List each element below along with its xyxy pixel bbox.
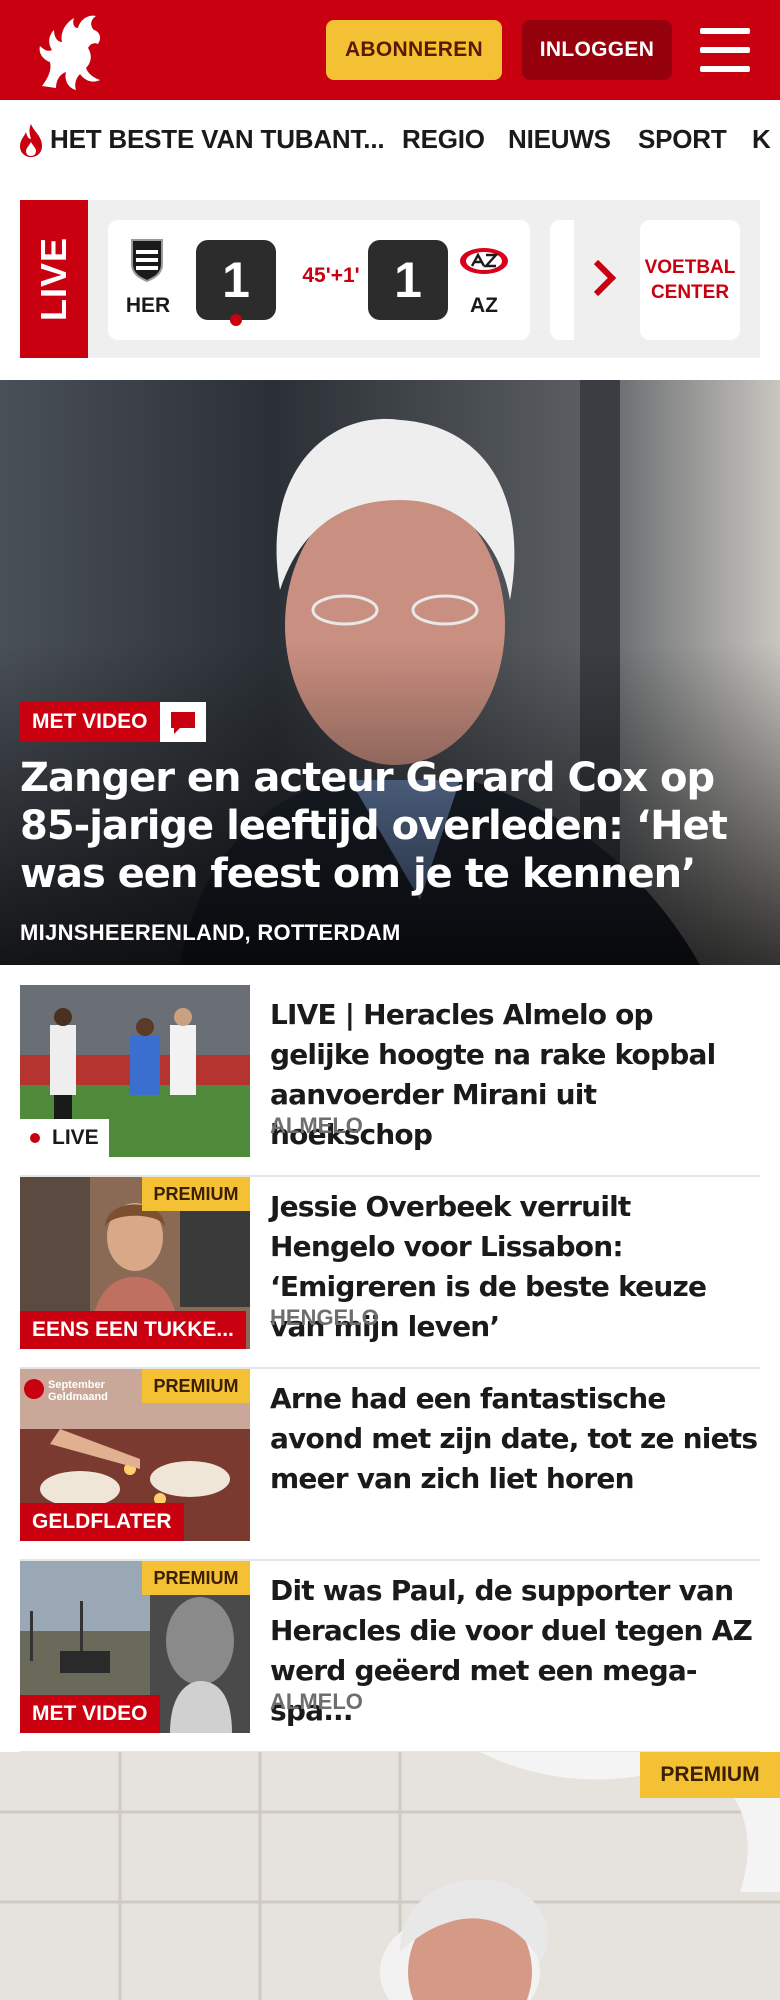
nav-item-sport[interactable]: SPORT	[638, 124, 727, 155]
heracles-crest-icon	[131, 239, 163, 282]
chevron-right-icon[interactable]	[592, 258, 618, 298]
nav-item-regio[interactable]: REGIO	[402, 124, 485, 155]
article-card[interactable]: PREMIUM MET VIDEO Dit was Paul, de suppo…	[20, 1561, 760, 1753]
premium-badge: PREMIUM	[142, 1177, 250, 1211]
article-card[interactable]: September Geldmaand PREMIUM GELDFLATER Ar…	[20, 1369, 760, 1561]
hero-location: MIJNSHEERENLAND, ROTTERDAM	[20, 920, 401, 945]
live-badge: LIVE	[20, 1119, 109, 1157]
premium-badge: PREMIUM	[142, 1369, 250, 1403]
article-card[interactable]: PREMIUM EENS EEN TUKKE... Jessie Overbee…	[20, 1177, 760, 1369]
article-thumbnail: LIVE	[20, 985, 250, 1157]
section-nav: HET BESTE VAN TUBANT... REGIO NIEUWS SPO…	[0, 100, 780, 180]
hero-video-badge: MET VIDEO	[20, 702, 160, 742]
category-badge: EENS EEN TUKKE...	[20, 1311, 246, 1349]
home-team-code: HER	[125, 294, 171, 317]
geldmaand-label: September Geldmaand	[48, 1379, 108, 1403]
next-match-card[interactable]	[550, 220, 574, 340]
nav-item-more[interactable]: K	[752, 124, 771, 155]
hero-headline[interactable]: Zanger en acteur Gerard Cox op 85-jarige…	[20, 754, 760, 898]
article-headline[interactable]: Arne had een fantastische avond met zijn…	[270, 1379, 760, 1499]
hamburger-menu-icon[interactable]	[700, 28, 752, 72]
nav-item-best-of-tubantia[interactable]: HET BESTE VAN TUBANT...	[50, 124, 385, 155]
article-card[interactable]: LIVE LIVE | Heracles Almelo op gelijke h…	[20, 985, 760, 1177]
article-location: HENGELO	[270, 1305, 379, 1330]
live-scoreboard: LIVE HER 1 45'+1' 1 AZ VOETBAL CENTER	[20, 200, 760, 358]
home-score: 1	[196, 240, 276, 326]
feature-article[interactable]: PREMIUM	[0, 1752, 780, 2000]
login-button[interactable]: INLOGGEN	[522, 20, 672, 80]
premium-badge: PREMIUM	[142, 1561, 250, 1595]
flame-icon	[20, 124, 42, 157]
article-location: ALMELO	[270, 1689, 363, 1714]
article-location: ALMELO	[270, 1113, 363, 1138]
category-badge: MET VIDEO	[20, 1695, 160, 1733]
away-score: 1	[368, 240, 448, 320]
nav-item-nieuws[interactable]: NIEUWS	[508, 124, 611, 155]
live-tag: LIVE	[20, 200, 88, 358]
voetbal-center-button[interactable]: VOETBAL CENTER	[640, 220, 740, 340]
premium-badge: PREMIUM	[640, 1752, 780, 1798]
article-thumbnail: PREMIUM MET VIDEO	[20, 1561, 250, 1733]
article-thumbnail: September Geldmaand PREMIUM GELDFLATER	[20, 1369, 250, 1541]
subscribe-button[interactable]: ABONNEREN	[326, 20, 502, 80]
video-comment-icon	[160, 702, 206, 742]
match-card[interactable]: HER 1 45'+1' 1 AZ	[108, 220, 530, 340]
article-thumbnail: PREMIUM EENS EEN TUKKE...	[20, 1177, 250, 1349]
twente-horse-logo-icon[interactable]	[30, 8, 110, 92]
live-indicator-dot	[230, 314, 242, 326]
category-badge: GELDFLATER	[20, 1503, 184, 1541]
match-time: 45'+1'	[302, 264, 360, 287]
away-team-code: AZ	[470, 294, 498, 317]
hero-article[interactable]: MET VIDEO Zanger en acteur Gerard Cox op…	[0, 380, 780, 965]
top-header: ABONNEREN INLOGGEN	[0, 0, 780, 100]
az-crest-icon	[460, 248, 508, 274]
